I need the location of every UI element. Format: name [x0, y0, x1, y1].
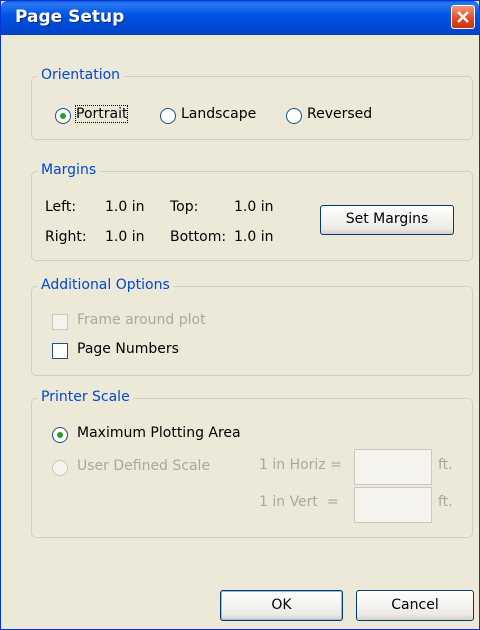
printer-scale-group: Printer Scale Maximum Plotting Area User… — [31, 389, 473, 538]
landscape-label[interactable]: Landscape — [181, 106, 256, 122]
horiz-scale-input[interactable] — [354, 449, 432, 485]
reversed-radio[interactable] — [286, 108, 302, 124]
left-margin-label: Left: — [45, 199, 77, 215]
additional-options-group-title: Additional Options — [38, 277, 173, 293]
right-margin-label: Right: — [45, 229, 87, 245]
ok-button[interactable]: OK — [220, 590, 343, 621]
frame-around-plot-checkbox[interactable] — [52, 314, 68, 330]
portrait-label[interactable]: Portrait — [74, 105, 129, 123]
dialog-title: Page Setup — [15, 7, 125, 27]
cancel-button[interactable]: Cancel — [356, 590, 474, 621]
user-defined-scale-radio[interactable] — [52, 460, 68, 476]
maximum-plotting-area-radio[interactable] — [52, 427, 68, 443]
top-margin-value: 1.0 in — [234, 199, 274, 215]
left-margin-value: 1.0 in — [105, 199, 145, 215]
close-button[interactable] — [451, 5, 475, 29]
bottom-margin-value: 1.0 in — [234, 229, 274, 245]
ok-button-label: OK — [271, 597, 292, 613]
additional-options-group: Additional Options Frame around plot Pag… — [31, 277, 473, 376]
page-numbers-checkbox[interactable] — [52, 343, 68, 359]
cancel-button-label: Cancel — [391, 597, 439, 613]
vert-scale-input[interactable] — [354, 487, 432, 523]
page-setup-dialog: Page Setup Orientation Portrait Landscap… — [0, 0, 480, 630]
frame-around-plot-label: Frame around plot — [77, 312, 206, 328]
vert-scale-unit: ft. — [438, 494, 453, 510]
title-bar[interactable]: Page Setup — [1, 1, 479, 35]
close-icon — [457, 11, 469, 23]
horiz-scale-unit: ft. — [438, 457, 453, 473]
set-margins-button-label: Set Margins — [345, 211, 429, 227]
reversed-label[interactable]: Reversed — [307, 106, 372, 122]
orientation-group-title: Orientation — [38, 67, 124, 83]
page-numbers-label[interactable]: Page Numbers — [77, 341, 179, 357]
printer-scale-group-title: Printer Scale — [38, 389, 133, 405]
orientation-group: Orientation Portrait Landscape Reversed — [31, 67, 473, 140]
top-margin-label: Top: — [170, 199, 199, 215]
maximum-plotting-area-label[interactable]: Maximum Plotting Area — [77, 425, 241, 441]
right-margin-value: 1.0 in — [105, 229, 145, 245]
bottom-margin-label: Bottom: — [170, 229, 227, 245]
horiz-scale-label: 1 in Horiz = — [259, 457, 342, 473]
landscape-radio[interactable] — [160, 108, 176, 124]
portrait-radio[interactable] — [55, 108, 71, 124]
vert-scale-label: 1 in Vert = — [259, 494, 339, 510]
set-margins-button[interactable]: Set Margins — [320, 205, 454, 235]
margins-group-title: Margins — [38, 162, 100, 178]
user-defined-scale-label: User Defined Scale — [77, 458, 211, 474]
margins-group: Margins Left: 1.0 in Top: 1.0 in Right: … — [31, 162, 473, 261]
